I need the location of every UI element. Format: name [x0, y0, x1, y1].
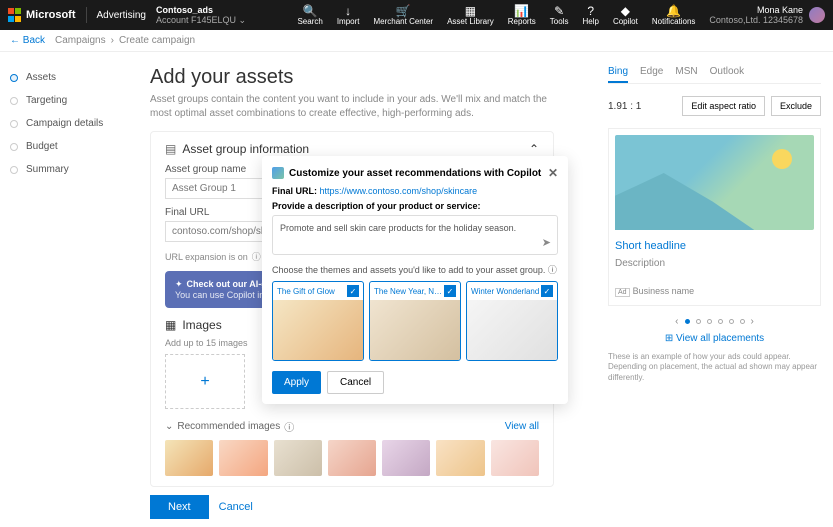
reco-thumb[interactable]	[165, 440, 213, 476]
crumb-campaigns[interactable]: Campaigns	[55, 35, 106, 46]
reco-thumb[interactable]	[219, 440, 267, 476]
info-icon[interactable]: ⓘ	[548, 265, 557, 275]
page-title: Add your assets	[150, 66, 588, 89]
sidebar-item-budget[interactable]: Budget	[10, 135, 130, 158]
ad-headline: Short headline	[615, 240, 814, 252]
ad-description: Description	[615, 258, 814, 269]
next-button[interactable]: Next	[150, 495, 209, 519]
send-icon[interactable]: ➤	[542, 236, 551, 249]
ad-preview: Short headline Description AdBusiness na…	[608, 128, 821, 306]
preview-pager: ‹ ›	[608, 316, 821, 327]
chevron-down-icon[interactable]: ⌄	[165, 421, 173, 432]
description-textarea[interactable]: Promote and sell skin care products for …	[272, 215, 558, 255]
view-all-placements-link[interactable]: ⊞ View all placements	[608, 333, 821, 344]
cancel-button[interactable]: Cancel	[327, 371, 384, 394]
page-lead: Asset groups contain the content you wan…	[150, 93, 550, 121]
sidebar: AssetsTargetingCampaign detailsBudgetSum…	[0, 52, 130, 527]
nav-search[interactable]: 🔍Search	[297, 5, 322, 26]
user-org: Contoso,Ltd. 12345678	[709, 15, 803, 25]
avatar[interactable]	[809, 7, 825, 23]
preview-tab-edge[interactable]: Edge	[640, 66, 663, 83]
nav-copilot[interactable]: ◆Copilot	[613, 5, 638, 26]
collapse-icon[interactable]: ⌃	[529, 142, 539, 156]
info-icon[interactable]: ⓘ	[284, 419, 294, 434]
view-all-link[interactable]: View all	[505, 421, 539, 432]
copilot-icon	[272, 167, 284, 179]
edit-aspect-button[interactable]: Edit aspect ratio	[682, 96, 765, 116]
sidebar-item-targeting[interactable]: Targeting	[10, 89, 130, 112]
preview-tab-msn[interactable]: MSN	[675, 66, 697, 83]
nav-notifications[interactable]: 🔔Notifications	[652, 5, 696, 26]
nav-asset-library[interactable]: ▦Asset Library	[447, 5, 494, 26]
product: Advertising	[97, 10, 146, 21]
sidebar-item-summary[interactable]: Summary	[10, 158, 130, 181]
user-name: Mona Kane	[709, 5, 803, 15]
nav-merchant-center[interactable]: 🛒Merchant Center	[374, 5, 434, 26]
reco-thumb[interactable]	[491, 440, 539, 476]
nav-tools[interactable]: ✎Tools	[550, 5, 569, 26]
next-icon[interactable]: ›	[751, 316, 754, 327]
reco-thumb[interactable]	[382, 440, 430, 476]
aspect-ratio: 1.91 : 1	[608, 101, 641, 112]
nav-import[interactable]: ↓Import	[337, 5, 360, 26]
theme-card[interactable]: Winter Wonderland✓	[466, 281, 558, 361]
info-icon[interactable]: ⓘ	[252, 250, 261, 263]
microsoft-logo-icon	[8, 8, 22, 22]
footer-cancel-link[interactable]: Cancel	[219, 501, 253, 513]
add-image-button[interactable]: +	[165, 354, 245, 409]
preview-tab-outlook[interactable]: Outlook	[710, 66, 744, 83]
sparkle-icon: ✦	[175, 279, 183, 289]
card-title: Asset group information	[182, 142, 309, 156]
back-link[interactable]: ← Back	[10, 35, 45, 46]
images-icon: ▦	[165, 318, 176, 332]
exclude-button[interactable]: Exclude	[771, 96, 821, 116]
preview-tab-bing[interactable]: Bing	[608, 66, 628, 83]
sidebar-item-assets[interactable]: Assets	[10, 66, 130, 89]
nav-reports[interactable]: 📊Reports	[508, 5, 536, 26]
theme-card[interactable]: The Gift of Glow✓	[272, 281, 364, 361]
checkbox-icon: ✓	[541, 285, 553, 297]
form-icon: ▤	[165, 142, 176, 156]
brand: Microsoft	[26, 9, 76, 21]
prev-icon[interactable]: ‹	[675, 316, 678, 327]
crumb-create: Create campaign	[119, 35, 195, 46]
sidebar-item-campaign-details[interactable]: Campaign details	[10, 112, 130, 135]
copilot-modal: Customize your asset recommendations wit…	[262, 156, 568, 404]
apply-button[interactable]: Apply	[272, 371, 321, 394]
breadcrumb: ← Back Campaigns › Create campaign	[0, 30, 833, 52]
account-selector[interactable]: Contoso_ads Account F145ELQU ⌄	[156, 5, 246, 26]
close-icon[interactable]: ✕	[548, 166, 558, 180]
reco-thumb[interactable]	[436, 440, 484, 476]
preview-disclaimer: These is an example of how your ads coul…	[608, 352, 821, 383]
reco-thumb[interactable]	[274, 440, 322, 476]
nav-help[interactable]: ?Help	[582, 5, 598, 26]
checkbox-icon: ✓	[444, 285, 456, 297]
checkbox-icon: ✓	[347, 285, 359, 297]
reco-thumb[interactable]	[328, 440, 376, 476]
theme-card[interactable]: The New Year, New You✓	[369, 281, 461, 361]
